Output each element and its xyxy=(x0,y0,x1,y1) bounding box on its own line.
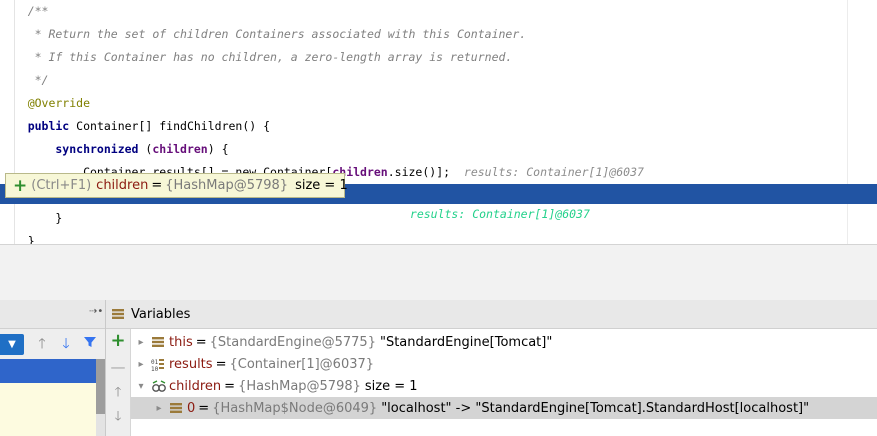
code-token: /** xyxy=(0,4,49,18)
variable-equals: = xyxy=(224,378,236,394)
move-watch-down-button[interactable]: 🡓 xyxy=(110,409,126,425)
variables-toolbar: + — 🡑 🡓 xyxy=(106,329,131,436)
code-token: * Return the set of children Containers … xyxy=(0,27,527,41)
variable-object-ref: {Container[1]@6037} xyxy=(229,356,375,372)
frames-scrollbar-thumb[interactable] xyxy=(96,359,105,414)
variable-object-ref: {HashMap@5798} xyxy=(238,378,361,394)
code-editor[interactable]: /** * Return the set of children Contain… xyxy=(0,0,877,244)
variables-panel: Variables + — 🡑 🡓 ▸ this = {StandardEngine@… xyxy=(106,300,877,436)
pin-icon[interactable]: ⇢• xyxy=(89,306,103,317)
svg-text:10: 10 xyxy=(151,366,159,372)
variable-equals: = xyxy=(215,356,227,372)
move-watch-up-button[interactable]: 🡑 xyxy=(110,385,126,401)
variable-value: "StandardEngine[Tomcat]" xyxy=(379,334,553,350)
variable-name: this xyxy=(169,334,193,350)
code-line[interactable]: /** xyxy=(0,0,49,23)
variables-icon xyxy=(111,305,125,324)
variables-header: Variables xyxy=(106,300,877,329)
frames-toolbar: ▼ 🡑 🡓 xyxy=(0,329,105,359)
tooltip-size-value: size = 1 xyxy=(295,178,348,193)
add-watch-button[interactable]: + xyxy=(110,332,126,350)
code-token: * If this Container has no children, a z… xyxy=(0,50,513,64)
collapse-arrow-icon[interactable]: ▾ xyxy=(135,381,147,392)
right-margin-guide xyxy=(847,0,848,244)
code-token: public xyxy=(0,119,77,133)
code-token: */ xyxy=(0,73,49,87)
frames-panel: ⇢• ▼ 🡑 🡓 xyxy=(0,300,106,436)
code-line[interactable]: @Override xyxy=(0,92,90,115)
debugger-panel: ⇢• ▼ 🡑 🡓 Variables + — 🡑 🡓 ▸ this = {Sta… xyxy=(0,300,877,436)
watch-icon xyxy=(151,380,166,392)
code-token: Container[] findChildren() { xyxy=(76,119,271,133)
code-token: ) { xyxy=(207,142,229,156)
variable-object-ref: {StandardEngine@5775} xyxy=(209,334,376,350)
tooltip-object-ref: {HashMap@5798} xyxy=(165,178,289,193)
variable-equals: = xyxy=(195,334,207,350)
remove-watch-button[interactable]: — xyxy=(110,359,126,375)
svg-text:01: 01 xyxy=(151,359,159,366)
selected-frame-row[interactable] xyxy=(0,359,96,383)
inline-debug-value: results: Container[1]@6037 xyxy=(409,207,590,221)
panel-splitter[interactable] xyxy=(0,244,877,301)
field-icon xyxy=(169,402,183,414)
variable-object-ref: {HashMap$Node@6049} xyxy=(212,400,378,416)
code-token: children xyxy=(152,142,208,156)
quick-evaluate-tooltip[interactable]: + (Ctrl+F1) children = {HashMap@5798} si… xyxy=(5,173,348,198)
code-token: results: Container[1]@6037 xyxy=(463,165,644,179)
variable-row[interactable]: ▾ children = {HashMap@5798} size = 1 xyxy=(131,375,877,397)
filter-icon[interactable] xyxy=(82,335,98,353)
field-icon xyxy=(151,336,165,348)
thread-dropdown-button[interactable]: ▼ xyxy=(0,334,24,355)
variable-row[interactable]: ▸ 0 = {HashMap$Node@6049} "localhost" -> "St… xyxy=(131,397,877,419)
code-token: synchronized xyxy=(0,142,146,156)
code-line[interactable]: public Container[] findChildren() { xyxy=(0,115,270,138)
code-line[interactable]: } xyxy=(0,230,35,244)
frames-list[interactable] xyxy=(0,383,96,436)
highlighted-code-text: sults); xyxy=(63,207,410,221)
code-line[interactable]: * Return the set of children Containers … xyxy=(0,23,527,46)
tooltip-variable-name: children xyxy=(96,178,149,193)
code-line[interactable]: synchronized (children) { xyxy=(0,138,229,161)
variable-row[interactable]: ▸ this = {StandardEngine@5775} "StandardEngi… xyxy=(131,331,877,353)
next-frame-button[interactable]: 🡓 xyxy=(58,335,74,353)
expand-arrow-icon[interactable]: ▸ xyxy=(135,359,147,370)
variables-title: Variables xyxy=(131,306,191,322)
code-token: } xyxy=(0,234,35,244)
code-line[interactable]: */ xyxy=(0,69,49,92)
array-icon: 01 10 xyxy=(151,358,165,373)
code-token: .size()]; xyxy=(387,165,464,179)
tooltip-equals: = xyxy=(151,178,163,193)
variable-row[interactable]: ▸ 01 10 results = {Container[1]@6037} xyxy=(131,353,877,375)
tooltip-shortcut: (Ctrl+F1) xyxy=(31,178,92,193)
variable-value: size = 1 xyxy=(364,378,418,394)
add-to-watches-icon[interactable]: + xyxy=(13,176,27,196)
expand-arrow-icon[interactable]: ▸ xyxy=(135,337,147,348)
variable-value: "localhost" -> "StandardEngine[Tomcat].S… xyxy=(381,400,810,416)
code-line[interactable]: * If this Container has no children, a z… xyxy=(0,46,513,69)
frames-header: ⇢• xyxy=(0,300,105,329)
code-token: @Override xyxy=(0,96,91,110)
variable-name: children xyxy=(169,378,222,394)
variable-name: 0 xyxy=(187,400,196,416)
previous-frame-button[interactable]: 🡑 xyxy=(34,335,50,353)
expand-arrow-icon[interactable]: ▸ xyxy=(153,403,165,414)
variable-name: results xyxy=(169,356,213,372)
variable-equals: = xyxy=(198,400,210,416)
